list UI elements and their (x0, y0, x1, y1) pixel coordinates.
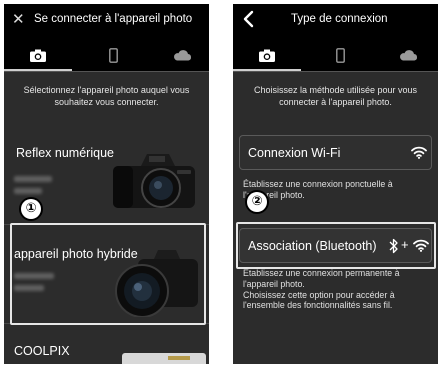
tab-cloud[interactable] (167, 44, 197, 66)
page-title: Se connecter à l'appareil photo (34, 13, 193, 25)
camera-select-screen: ✕ Se connecter à l'appareil photo Sélect… (4, 4, 209, 364)
tab-cloud[interactable] (393, 44, 423, 66)
compact-camera-image (122, 353, 206, 364)
camera-label: Reflex numérique (16, 146, 114, 160)
tab-smartphone[interactable] (98, 44, 128, 66)
callout-number-2: ② (247, 192, 267, 212)
option-wifi[interactable]: Connexion Wi-Fi (239, 135, 432, 170)
tab-camera[interactable] (23, 44, 53, 66)
tab-bar (4, 38, 209, 72)
option-description: Établissez une connexion permanente à l'… (243, 268, 428, 311)
connection-type-screen: Type de connexion Choisissez la méthode … (233, 4, 438, 364)
smartphone-icon (108, 47, 118, 63)
tab-camera[interactable] (252, 44, 282, 66)
tab-bar (233, 38, 438, 72)
divider (4, 71, 209, 72)
intro-text: Choisissez la méthode utilisée pour vous… (253, 85, 418, 107)
callout-number-1: ① (21, 199, 41, 219)
smartphone-icon (335, 47, 345, 63)
divider (233, 71, 438, 72)
option-description: Établissez une connexion ponctuelle à l'… (243, 179, 393, 200)
header-bar: ✕ Se connecter à l'appareil photo (4, 4, 209, 38)
option-label: Connexion Wi-Fi (248, 146, 341, 160)
selection-highlight (10, 223, 206, 325)
camera-row-coolpix[interactable]: COOLPIX (4, 324, 209, 364)
cloud-icon (399, 50, 417, 61)
tab-smartphone[interactable] (325, 44, 355, 66)
header-bar: Type de connexion (233, 4, 438, 38)
camera-label: COOLPIX (14, 344, 70, 358)
close-icon[interactable]: ✕ (12, 10, 25, 28)
blurred-detail (14, 188, 42, 194)
back-chevron-icon[interactable] (238, 8, 260, 30)
cloud-icon (173, 50, 191, 61)
page-title: Type de connexion (291, 13, 388, 25)
option-description-line: Choisissez cette option pour accéder à l… (243, 289, 395, 311)
wifi-icon (411, 146, 427, 159)
option-description-line: Établissez une connexion permanente à l'… (243, 268, 400, 289)
camera-icon (30, 49, 46, 62)
intro-text: Sélectionnez l'appareil photo auquel vou… (23, 85, 190, 107)
selection-highlight (236, 222, 436, 269)
dslr-camera-image (113, 154, 195, 208)
camera-icon (259, 49, 275, 62)
blurred-detail (14, 176, 52, 182)
